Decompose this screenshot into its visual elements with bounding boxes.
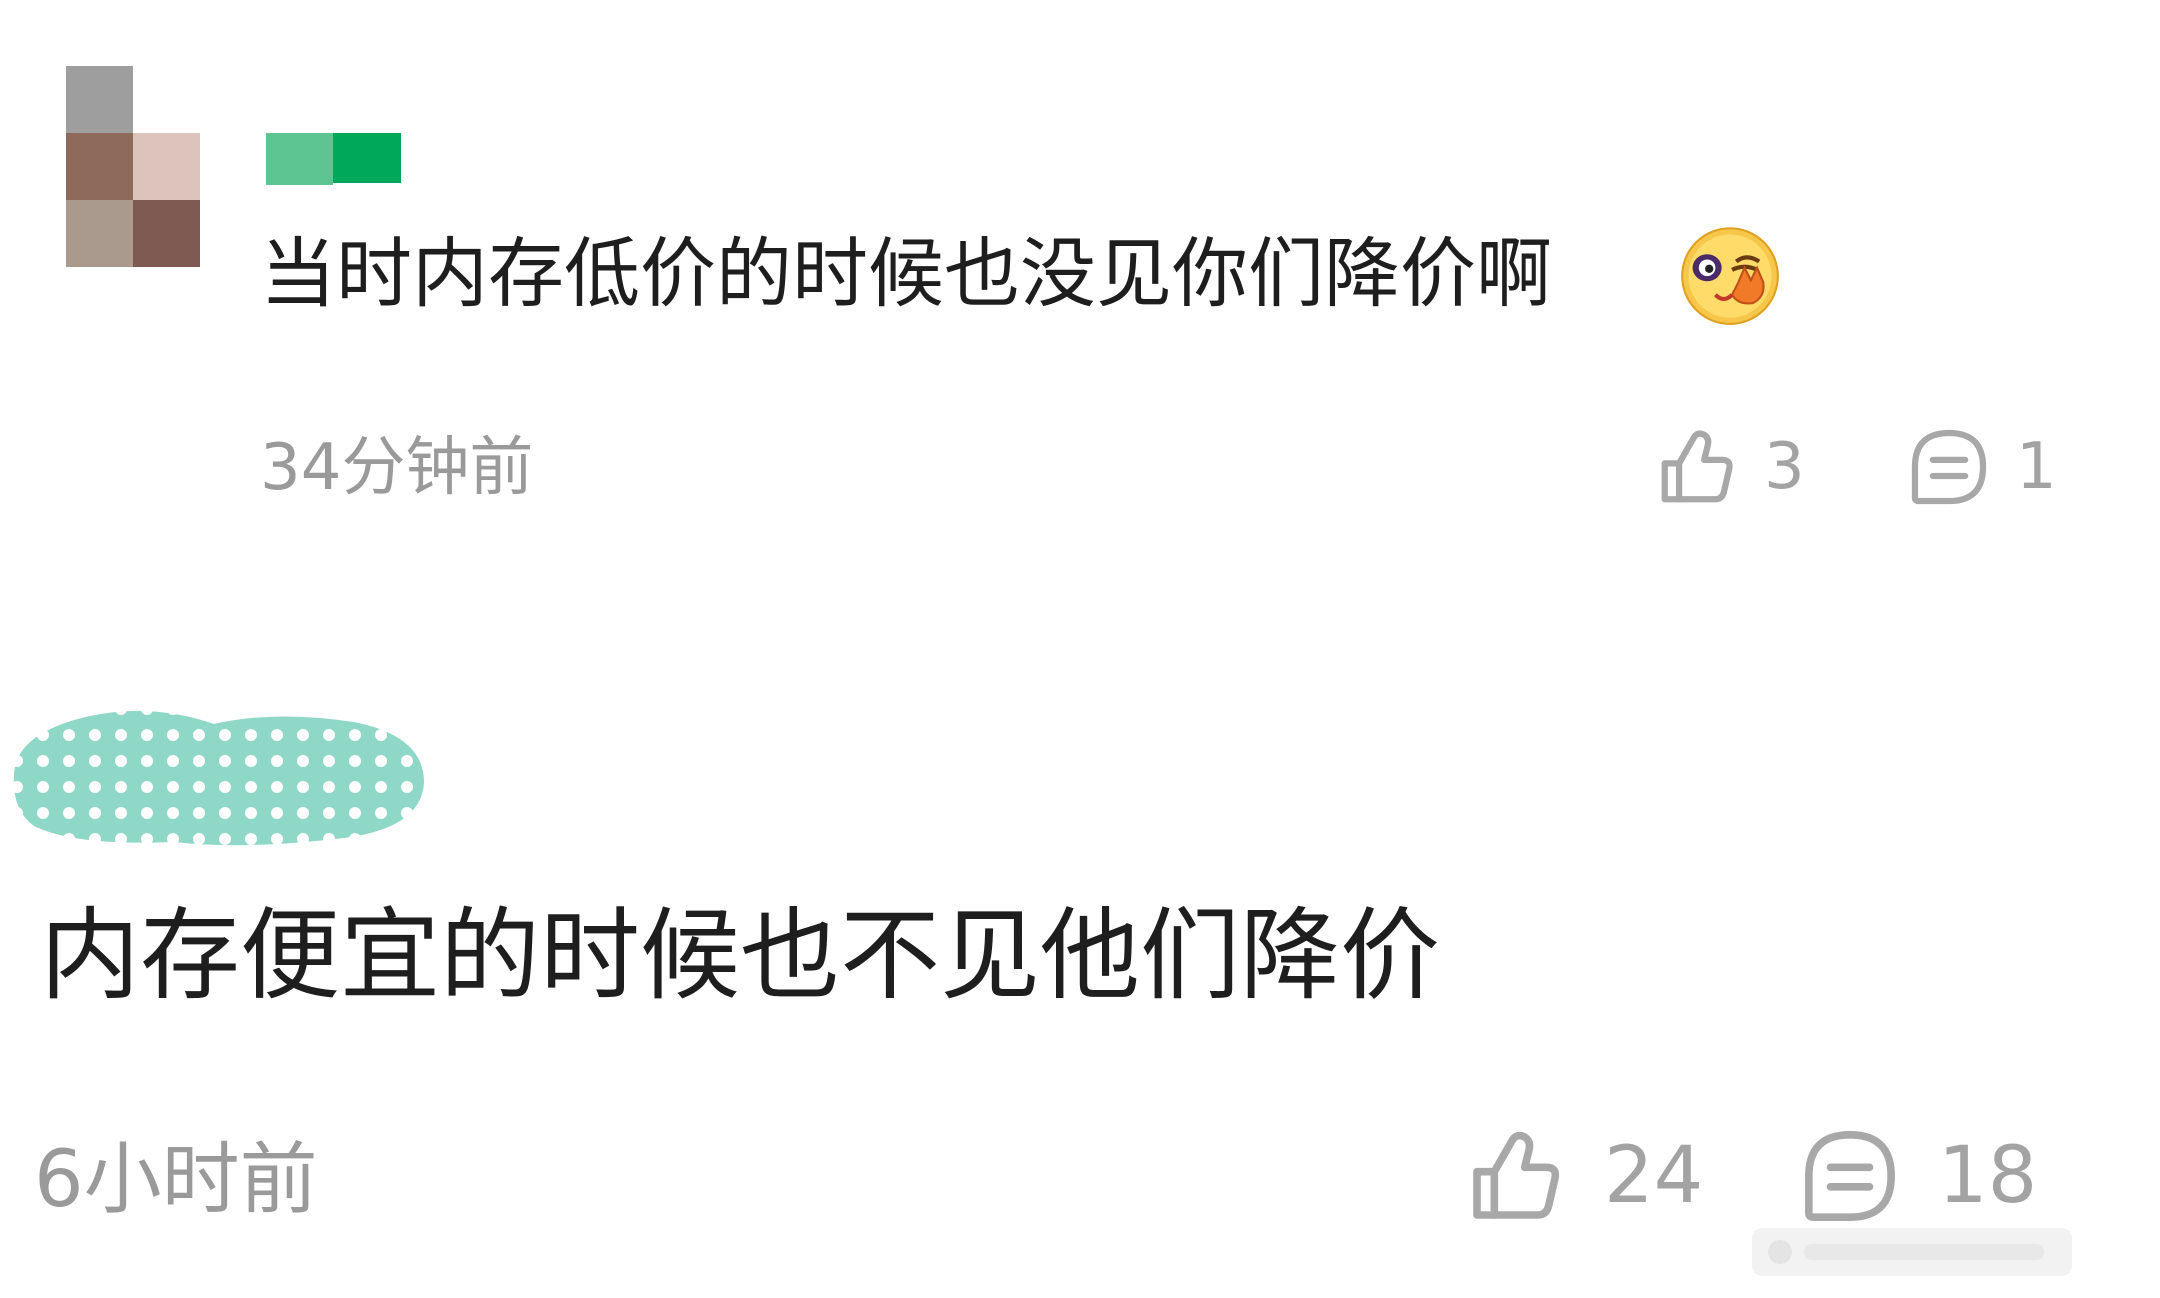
comment-bubble-icon	[1911, 429, 1987, 505]
reply-count: 18	[1938, 1131, 2038, 1221]
thumbs-up-icon	[1661, 430, 1733, 503]
watermark	[1752, 1228, 2072, 1276]
avatar[interactable]	[66, 66, 200, 267]
comment-time: 6小时前	[34, 1135, 318, 1225]
reply-button[interactable]: 1	[1906, 424, 2057, 510]
comment-bubble-icon	[1805, 1131, 1895, 1221]
reply-button[interactable]: 18	[1798, 1124, 2037, 1228]
username-redacted[interactable]	[4, 696, 434, 846]
reply-count: 1	[2016, 430, 2057, 504]
comment-text: 内存便宜的时候也不见他们降价	[40, 897, 1440, 1014]
username-redacted[interactable]	[266, 133, 401, 185]
like-count: 24	[1604, 1131, 1704, 1221]
facepalm-emoji-icon	[1681, 227, 1779, 325]
comment-time: 34分钟前	[260, 431, 534, 505]
like-count: 3	[1764, 430, 1805, 504]
comment-text: 当时内存低价的时候也没见你们降价啊	[260, 229, 1552, 318]
comment-page: 当时内存低价的时候也没见你们降价啊 34分钟前 3 1 内存便宜的时候也不见他们…	[0, 0, 2160, 1298]
like-button[interactable]: 3	[1654, 424, 1805, 510]
like-button[interactable]: 24	[1464, 1124, 1703, 1228]
thumbs-up-icon	[1473, 1131, 1560, 1219]
